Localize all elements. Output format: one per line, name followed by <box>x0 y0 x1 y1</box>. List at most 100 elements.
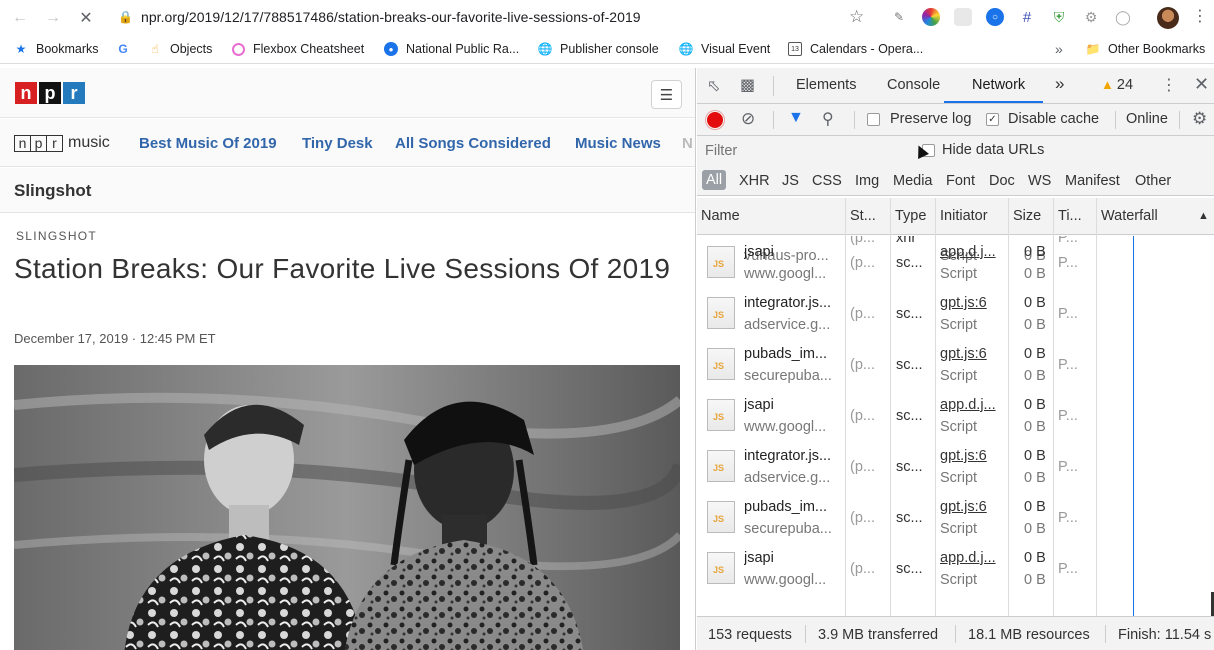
nav-link-music-news[interactable]: Music News <box>575 135 661 152</box>
row-name[interactable]: jsapi <box>744 244 840 260</box>
forward-arrow-icon[interactable]: → <box>41 6 65 30</box>
lock-icon[interactable]: 🔒 <box>118 10 133 24</box>
address-bar[interactable]: npr.org/2019/12/17/788517486/station-bre… <box>141 9 641 25</box>
nav-link-tiny-desk[interactable]: Tiny Desk <box>302 135 373 152</box>
table-row[interactable]: JS integrator.js... adservice.g... (p... sc.… <box>697 440 1097 491</box>
throttling-select[interactable]: Online <box>1126 111 1168 127</box>
row-initiator[interactable]: app.d.j... <box>940 397 1003 413</box>
nav-link-all-songs[interactable]: All Songs Considered <box>395 135 551 152</box>
row-name[interactable]: jsapi <box>744 397 840 413</box>
type-filter-css[interactable]: CSS <box>812 173 842 189</box>
record-icon[interactable] <box>707 112 723 128</box>
table-row[interactable]: JS jsapi www.googl... (p... sc... app.d.j... S… <box>697 236 1097 287</box>
type-filter-media[interactable]: Media <box>893 173 933 189</box>
table-row[interactable]: JS pubads_im... securepuba... (p... sc... gpt… <box>697 491 1097 542</box>
bookmark-item[interactable]: ☝ Objects <box>148 42 212 56</box>
type-filter-all[interactable]: All <box>702 170 727 190</box>
inspect-element-icon[interactable]: ⬁ <box>707 76 720 96</box>
profile-avatar[interactable] <box>1157 7 1179 29</box>
bookmark-item[interactable]: ● National Public Ra... <box>384 42 519 56</box>
column-initiator[interactable]: Initiator <box>940 208 988 224</box>
column-size[interactable]: Size <box>1013 208 1041 224</box>
table-row[interactable]: JS integrator.js... adservice.g... (p... sc.… <box>697 287 1097 338</box>
column-time[interactable]: Ti... <box>1058 208 1082 224</box>
nav-link-overflow[interactable]: N <box>682 135 693 152</box>
row-name[interactable]: integrator.js... <box>744 448 840 464</box>
settings-gear-icon[interactable]: ⚙ <box>1192 109 1207 129</box>
row-initiator[interactable]: app.d.j... <box>940 244 1003 260</box>
type-filter-ws[interactable]: WS <box>1028 173 1051 189</box>
filter-icon[interactable]: ▼ <box>788 109 804 127</box>
extension-colorpicker-icon[interactable] <box>922 8 940 26</box>
bookmark-item[interactable]: ★ Bookmarks <box>14 42 99 56</box>
bookmark-item[interactable]: 🌐 Publisher console <box>538 42 659 56</box>
type-filter-other[interactable]: Other <box>1135 173 1171 189</box>
tab-console[interactable]: Console <box>887 77 940 93</box>
warnings-counter[interactable]: ▲ 24 <box>1101 77 1133 93</box>
type-filter-doc[interactable]: Doc <box>989 173 1015 189</box>
npr-music-logo[interactable]: n p r music <box>14 134 110 152</box>
sort-arrow-icon[interactable]: ▲ <box>1198 210 1209 222</box>
disable-cache-label[interactable]: Disable cache <box>1008 111 1099 127</box>
extension-timer-icon[interactable]: ◯ <box>1114 8 1132 26</box>
extension-grid-icon[interactable]: # <box>1018 8 1036 26</box>
column-waterfall[interactable]: Waterfall <box>1101 208 1158 224</box>
disable-cache-checkbox[interactable]: ✓ <box>986 113 999 126</box>
device-toolbar-icon[interactable]: ▩ <box>740 75 755 95</box>
npr-logo[interactable]: n p r <box>15 82 85 104</box>
row-name[interactable]: integrator.js... <box>744 295 840 311</box>
extension-eraser-icon[interactable]: ✎ <box>890 8 908 26</box>
bookmarks-overflow-button[interactable]: » <box>1055 41 1063 57</box>
extension-grey-icon[interactable] <box>954 8 972 26</box>
row-initiator[interactable]: app.d.j... <box>940 550 1003 566</box>
column-type[interactable]: Type <box>895 208 926 224</box>
filter-input[interactable] <box>705 143 885 159</box>
type-filter-xhr[interactable]: XHR <box>739 173 770 189</box>
row-name[interactable]: jsapi <box>744 550 840 566</box>
row-initiator-type: Script <box>940 317 978 333</box>
search-icon[interactable]: ⚲ <box>822 109 834 129</box>
bookmark-item[interactable]: 🌐 Visual Event <box>679 42 771 56</box>
bookmark-item[interactable]: 13 Calendars - Opera... <box>788 42 923 56</box>
stop-loading-icon[interactable]: ✕ <box>74 6 98 30</box>
more-tabs-button[interactable]: » <box>1055 74 1064 94</box>
row-initiator[interactable]: gpt.js:6 <box>940 448 1003 464</box>
bookmark-star-icon[interactable]: ☆ <box>849 7 864 27</box>
preserve-log-label[interactable]: Preserve log <box>890 111 971 127</box>
table-row[interactable]: JS jsapi www.googl... (p... sc... app.d.j... S… <box>697 389 1097 440</box>
type-filter-img[interactable]: Img <box>855 173 879 189</box>
tab-elements[interactable]: Elements <box>796 77 856 93</box>
column-status[interactable]: St... <box>850 208 876 224</box>
column-name[interactable]: Name <box>701 208 740 224</box>
close-devtools-icon[interactable]: ✕ <box>1194 74 1209 95</box>
row-time: P... <box>1058 510 1078 526</box>
table-row[interactable]: JS jsapi www.googl... (p... sc... app.d.j... S… <box>697 542 1097 593</box>
nav-link-best-music[interactable]: Best Music Of 2019 <box>139 135 277 152</box>
hide-data-urls-label[interactable]: Hide data URLs <box>942 142 1044 158</box>
other-bookmarks-folder[interactable]: 📁 Other Bookmarks <box>1086 42 1206 56</box>
extension-blue-circle-icon[interactable]: ○ <box>986 8 1004 26</box>
section-title[interactable]: Slingshot <box>14 181 91 201</box>
table-row[interactable]: JS pubads_im... securepuba... (p... sc... gpt… <box>697 338 1097 389</box>
row-name[interactable]: pubads_im... <box>744 499 840 515</box>
type-filter-manifest[interactable]: Manifest <box>1065 173 1120 189</box>
row-name[interactable]: pubads_im... <box>744 346 840 362</box>
row-initiator[interactable]: gpt.js:6 <box>940 346 1003 362</box>
network-request-list[interactable]: vuhaus-pro... (p... xhr Script 0 B P... … <box>697 236 1214 616</box>
devtools-menu-icon[interactable]: ⋮ <box>1161 75 1177 95</box>
row-initiator[interactable]: gpt.js:6 <box>940 295 1003 311</box>
hamburger-menu-icon[interactable]: ☰ <box>651 80 682 109</box>
clear-icon[interactable]: ⊘ <box>741 109 755 129</box>
preserve-log-checkbox[interactable] <box>867 113 880 126</box>
article-kicker[interactable]: SLINGSHOT <box>16 229 97 243</box>
back-arrow-icon[interactable]: ← <box>8 6 32 30</box>
tab-network[interactable]: Network <box>972 77 1025 93</box>
browser-menu-icon[interactable]: ⋮ <box>1192 6 1208 26</box>
extension-gear-icon[interactable]: ⚙ <box>1082 8 1100 26</box>
bookmark-item[interactable]: G <box>116 42 130 56</box>
row-initiator[interactable]: gpt.js:6 <box>940 499 1003 515</box>
bookmark-item[interactable]: Flexbox Cheatsheet <box>232 42 364 56</box>
type-filter-js[interactable]: JS <box>782 173 799 189</box>
type-filter-font[interactable]: Font <box>946 173 975 189</box>
extension-shield-icon[interactable]: ⛨ <box>1050 8 1068 26</box>
